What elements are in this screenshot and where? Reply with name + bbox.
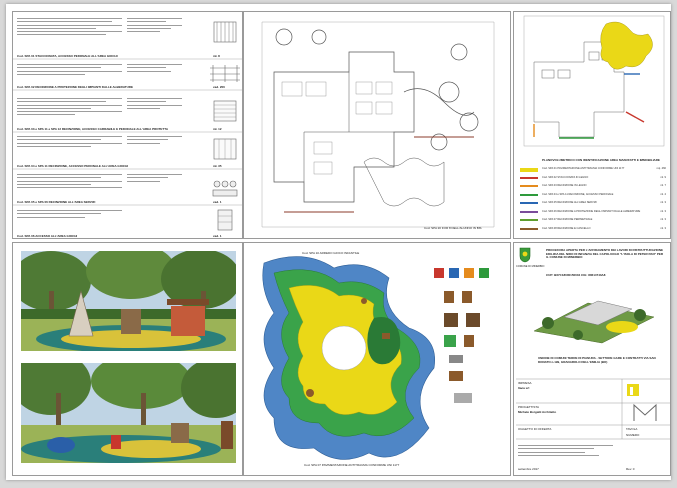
legend-label: Cod. SPA 08 RECINZIONE E CANCELLO bbox=[542, 226, 591, 230]
legend-swatch bbox=[520, 168, 538, 172]
legend-label: Cod. SPA 03 RECINZIONE IN LEGNO bbox=[542, 184, 587, 187]
legend-value: ml. 7 bbox=[660, 184, 666, 187]
legend-item: Cod. SPA 04 e SPA 11 RECINZIONE, ACCESSO… bbox=[520, 192, 668, 201]
renderings-panel bbox=[12, 242, 243, 476]
table-dividers bbox=[13, 58, 242, 206]
subject-label: OGGETTO DI OFFERTA bbox=[518, 427, 552, 431]
legend-label: Cod. SPA 06 RECINZIONE A PROTEZIONE DEGL… bbox=[542, 209, 641, 213]
legend-value: ml. 3 bbox=[660, 226, 666, 230]
yellow-surface-zone bbox=[600, 21, 653, 70]
title-block-lines bbox=[516, 378, 670, 440]
legend-item: Cod. SPA 07 RECINZIONE PERIMETRALE ml. 3 bbox=[520, 217, 668, 226]
legend-value: ml. 4 bbox=[660, 192, 666, 196]
company-logo bbox=[627, 384, 639, 396]
legend-item: Cod. SPA 01 PAVIMENTAZIONE ANTITRAUMA CO… bbox=[520, 166, 668, 175]
legend-item: Cod. SPA 06 RECINZIONE A PROTEZIONE DEGL… bbox=[520, 209, 668, 218]
playground-plan-drawing bbox=[262, 256, 489, 460]
legend-swatch bbox=[520, 185, 538, 187]
company-label: IMPRESA bbox=[518, 381, 532, 385]
key-plan-caption: PLANOVOLUMETRICO CON IDENTIFICAZIONE ARE… bbox=[542, 158, 660, 162]
legend-label: Cod. SPA 01 PAVIMENTAZIONE ANTITRAUMA CO… bbox=[542, 167, 625, 170]
legend-swatch bbox=[520, 219, 538, 221]
legend-value: ml. 9 bbox=[660, 175, 666, 179]
legend-value: mq. 460 bbox=[656, 167, 666, 170]
legend-swatch bbox=[520, 227, 538, 230]
legend-label: Cod. SPA 07 RECINZIONE PERIMETRALE bbox=[542, 218, 593, 221]
playground-plan-caption: Cod. SPA 07 PAVIMENTAZIONE ANTITRAUMA CO… bbox=[304, 463, 400, 467]
legend-label: Cod. SPA 02 STACCIONATA IN LEGNO bbox=[542, 175, 589, 179]
drawing-revision: Rev. 0 bbox=[626, 467, 635, 471]
drawing-date: settembre 2017 bbox=[518, 467, 539, 471]
playground-rendering-top bbox=[21, 251, 236, 351]
number-label: NUMERO bbox=[626, 433, 640, 437]
playground-rendering-bottom bbox=[21, 363, 236, 463]
playground-plan-title: Cod. SPA 10 ARREDO GIOCO INFANTILE bbox=[302, 251, 360, 255]
site-plan-panel: Cod. SPA 20 FOR 8 DELL'ALUNNO IN BIS bbox=[243, 11, 511, 239]
designer-label: PROGETTISTA bbox=[518, 405, 539, 409]
playground-plan-panel: Cod. SPA 10 ARREDO GIOCO INFANTILE Cod. … bbox=[243, 242, 511, 476]
specification-table-panel: Cod. SPA 01 STACCIONATA, ACCESSO PEDONAL… bbox=[12, 11, 243, 239]
legend-value: ml. 3 bbox=[660, 201, 666, 204]
key-plan-panel: PLANOVOLUMETRICO CON IDENTIFICAZIONE ARE… bbox=[513, 11, 671, 239]
legend-item: Cod. SPA 02 STACCIONATA IN LEGNO ml. 9 bbox=[520, 175, 668, 184]
table-label: TAVOLA bbox=[626, 427, 638, 431]
legend-swatch bbox=[520, 193, 538, 196]
site-plan-caption: Cod. SPA 20 FOR 8 DELL'ALUNNO IN BIS bbox=[424, 226, 482, 230]
legend-value: ml. 3 bbox=[660, 218, 666, 221]
legend-swatch bbox=[520, 210, 538, 213]
title-block-panel: COMUNE DI MINERBIO PROCEDURA APERTA PER … bbox=[513, 242, 671, 476]
legend-item: Cod. SPA 03 RECINZIONE IN LEGNO ml. 7 bbox=[520, 183, 668, 192]
legend-item: Cod. SPA 08 RECINZIONE E CANCELLO ml. 3 bbox=[520, 226, 668, 235]
legend-swatch bbox=[520, 202, 538, 204]
key-plan-drawing bbox=[523, 15, 665, 147]
title-block-notes bbox=[518, 443, 613, 458]
legend-value: ml. 3 bbox=[660, 209, 666, 213]
company-name: Itaca srl bbox=[518, 386, 530, 390]
designer-logo bbox=[633, 403, 657, 421]
drawing-sheet: Cod. SPA 01 STACCIONATA, ACCESSO PEDONAL… bbox=[6, 4, 671, 480]
legend-label: Cod. SPA 04 e SPA 11 RECINZIONE, ACCESSO… bbox=[542, 192, 614, 196]
site-plan-drawing bbox=[261, 21, 495, 228]
legend-label: Cod. SPA 05 RECINZIONE ALL'AREA SERVIZI bbox=[542, 201, 597, 204]
key-plan-legend: Cod. SPA 01 PAVIMENTAZIONE ANTITRAUMA CO… bbox=[520, 166, 668, 234]
legend-item: Cod. SPA 05 RECINZIONE ALL'AREA SERVIZI m… bbox=[520, 200, 668, 209]
designer-name: Michele Borgatti Architetto bbox=[518, 410, 557, 414]
legend-swatch bbox=[520, 176, 538, 179]
